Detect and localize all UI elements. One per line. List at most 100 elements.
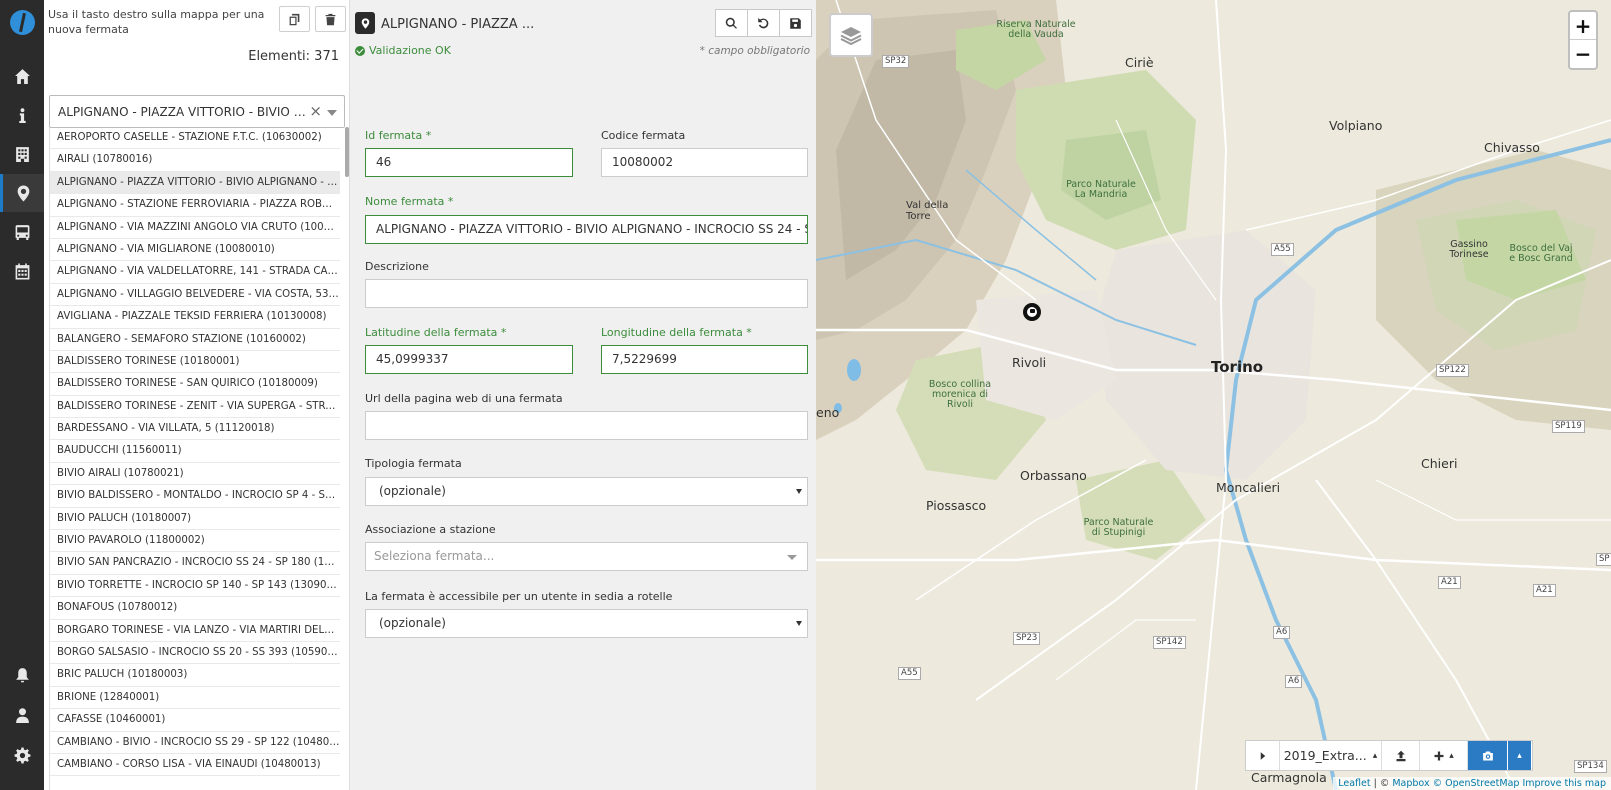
stop-option[interactable]: BARDESSANO - VIA VILLATA, 5 (11120018) — [50, 418, 340, 441]
map-label-chivasso: Chivasso — [1484, 140, 1540, 155]
bus-icon[interactable] — [0, 213, 44, 251]
road-shield: A6 — [1273, 626, 1291, 639]
road-shield: A21 — [1438, 576, 1461, 589]
chevron-down-icon[interactable] — [327, 110, 337, 116]
stop-option[interactable]: BRIONE (12840001) — [50, 687, 340, 710]
longitude-field[interactable]: 7,5229699 — [601, 345, 808, 374]
description-field[interactable] — [365, 279, 808, 308]
stop-option[interactable]: ALPIGNANO - VIA VALDELLATORRE, 141 - STR… — [50, 261, 340, 284]
list-scrollbar[interactable] — [345, 127, 349, 177]
stop-option[interactable]: ALPIGNANO - PIAZZA VITTORIO - BIVIO ALPI… — [50, 171, 340, 195]
map-view[interactable]: Ciriè Volpiano Chivasso Val della Torre … — [816, 0, 1611, 790]
user-icon[interactable] — [0, 696, 44, 734]
latitude-field[interactable]: 45,0999337 — [365, 345, 573, 374]
undo-button[interactable] — [747, 9, 780, 37]
home-icon[interactable] — [0, 57, 44, 95]
name-field[interactable]: ALPIGNANO - PIAZZA VITTORIO - BIVIO ALPI… — [365, 215, 808, 244]
stop-option[interactable]: BIVIO PALUCH (10180007) — [50, 508, 340, 531]
improve-map-link[interactable]: Improve this map — [1522, 778, 1606, 789]
longitude-label: Longitudine della fermata * — [601, 326, 752, 339]
stop-option[interactable]: AIRALI (10780016) — [50, 149, 340, 172]
save-icon — [790, 17, 801, 29]
zoom-in-button[interactable]: + — [1570, 12, 1596, 40]
stop-option[interactable]: ALPIGNANO - VILLAGGIO BELVEDERE - VIA CO… — [50, 284, 340, 307]
description-label: Descrizione — [365, 260, 429, 273]
stop-option[interactable]: BIVIO PAVAROLO (11800002) — [50, 530, 340, 553]
add-button[interactable]: ▴ — [1420, 741, 1468, 770]
map-label-carmagnola: Carmagnola — [1251, 770, 1327, 785]
trash-icon — [325, 13, 336, 25]
map-label-cirie: Ciriè — [1125, 55, 1154, 70]
delete-button[interactable] — [315, 6, 346, 32]
stop-option[interactable]: BIVIO BALDISSERO - MONTALDO - INCROCIO S… — [50, 485, 340, 508]
map-pin-icon[interactable] — [0, 174, 44, 212]
info-icon[interactable] — [0, 96, 44, 134]
stop-option[interactable]: ALPIGNANO - VIA MAZZINI ANGOLO VIA CRUTO… — [50, 217, 340, 239]
stop-option[interactable]: BALDISSERO TORINESE (10180001) — [50, 351, 340, 374]
layer-select-value: 2019_Extra... — [1283, 748, 1367, 763]
stop-option[interactable]: BAUDUCCHI (11560011) — [50, 440, 340, 463]
screenshot-button[interactable] — [1468, 741, 1508, 770]
screenshot-menu-button[interactable]: ▴ — [1508, 741, 1532, 770]
stop-select-value: ALPIGNANO - PIAZZA VITTORIO - BIVIO ALPI… — [58, 105, 308, 119]
code-field[interactable]: 10080002 — [601, 148, 808, 177]
stop-option[interactable]: ALPIGNANO - VIA MIGLIARONE (10080010) — [50, 239, 340, 262]
osm-link[interactable]: © OpenStreetMap — [1433, 778, 1520, 789]
bell-icon[interactable] — [0, 656, 44, 694]
layer-select[interactable]: 2019_Extra... ▴ — [1280, 741, 1382, 770]
map-label-chieri: Chieri — [1421, 456, 1458, 471]
leaflet-link[interactable]: Leaflet — [1338, 778, 1370, 789]
map-park-stupinigi: Parco Naturale di Stupinigi — [1083, 517, 1154, 538]
wheelchair-select[interactable]: (opzionale) — [365, 609, 808, 638]
gear-icon[interactable] — [0, 736, 44, 774]
stop-option[interactable]: BALANGERO - SEMAFORO STAZIONE (10160002) — [50, 329, 340, 351]
upload-icon — [1396, 750, 1405, 761]
stop-option[interactable]: BALDISSERO TORINESE - SAN QUIRICO (10180… — [50, 373, 340, 396]
stop-type-value: (opzionale) — [379, 484, 446, 498]
expand-button[interactable] — [1246, 741, 1280, 770]
app-logo[interactable] — [10, 10, 35, 35]
mapbox-link[interactable]: Mapbox — [1392, 778, 1429, 789]
stop-option[interactable]: CAMBIANO - BIVIO - INCROCIO SS 29 - SP 1… — [50, 732, 340, 754]
stop-option[interactable]: BIVIO SAN PANCRAZIO - INCROCIO SS 24 - S… — [50, 552, 340, 575]
save-button[interactable] — [779, 9, 812, 37]
road-shield: SP119 — [1552, 420, 1585, 433]
calendar-icon[interactable] — [0, 252, 44, 290]
stop-option[interactable]: BORGARO TORINESE - VIA LANZO - VIA MARTI… — [50, 620, 340, 642]
building-icon[interactable] — [0, 135, 44, 173]
url-field[interactable] — [365, 411, 808, 440]
stop-option[interactable]: ALPIGNANO - STAZIONE FERROVIARIA - PIAZZ… — [50, 194, 340, 217]
clear-icon[interactable]: × — [309, 102, 322, 120]
map-park-rivoli-hill: Bosco collina morenica di Rivoli — [928, 379, 992, 410]
search-button[interactable] — [715, 9, 748, 37]
stop-type-select[interactable]: (opzionale) — [365, 477, 808, 506]
station-select[interactable]: Seleziona fermata... — [365, 542, 808, 571]
stop-option[interactable]: BALDISSERO TORINESE - ZENIT - VIA SUPERG… — [50, 396, 340, 419]
stop-option[interactable]: CAFASSE (10460001) — [50, 709, 340, 732]
stop-option[interactable]: BIVIO AIRALI (10780021) — [50, 463, 340, 486]
stop-option[interactable]: BORGO SALSASIO - INCROCIO SS 20 - SS 393… — [50, 642, 340, 665]
search-icon — [725, 17, 737, 29]
map-park-vauda: Riserva Naturale della Vauda — [996, 19, 1076, 40]
upload-button[interactable] — [1382, 741, 1420, 770]
stop-select[interactable]: ALPIGNANO - PIAZZA VITTORIO - BIVIO ALPI… — [49, 95, 345, 128]
layers-button[interactable] — [829, 13, 873, 57]
stop-option[interactable]: AEROPORTO CASELLE - STAZIONE F.T.C. (106… — [50, 127, 340, 150]
copy-button[interactable] — [279, 6, 310, 32]
stop-option[interactable]: BIVIO TORRETTE - INCROCIO SP 140 - SP 14… — [50, 575, 340, 598]
station-label: Associazione a stazione — [365, 523, 496, 536]
stop-option[interactable]: CAMBIANO - CORSO LISA - VIA EINAUDI (104… — [50, 754, 340, 777]
stop-option[interactable]: BRIC PALUCH (10180003) — [50, 664, 340, 687]
zoom-out-button[interactable]: − — [1570, 40, 1596, 68]
play-icon — [1260, 751, 1265, 760]
layers-icon — [840, 27, 862, 46]
map-label-rivoli: Rivoli — [1012, 355, 1047, 370]
map-park-mandria: Parco Naturale La Mandria — [1066, 179, 1136, 200]
stop-option[interactable]: AVIGLIANA - PIAZZALE TEKSID FERRIERA (10… — [50, 306, 340, 329]
road-shield: SP — [1596, 553, 1611, 566]
map-label-piossasco: Piossasco — [926, 498, 987, 513]
id-field[interactable]: 46 — [365, 148, 573, 177]
bus-stop-marker[interactable] — [1023, 303, 1041, 321]
map-label-torino: Torino — [1211, 358, 1264, 376]
stop-option[interactable]: BONAFOUS (10780012) — [50, 597, 340, 620]
